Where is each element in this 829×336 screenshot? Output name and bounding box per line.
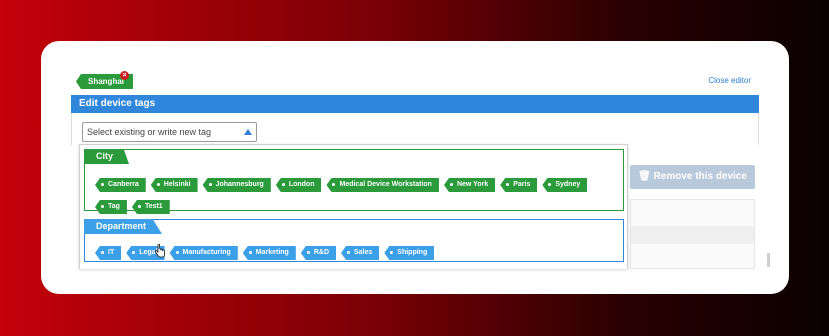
trash-icon: 🗑 [638, 171, 651, 182]
group-title-city: City [84, 149, 130, 164]
tag-option[interactable]: Canberra [95, 178, 146, 192]
editor-header: Edit device tags [71, 95, 759, 113]
tag-option[interactable]: Marketing [242, 246, 296, 260]
background-panel-row [631, 226, 754, 244]
hand-pointer-icon [154, 244, 165, 258]
tag-option[interactable]: Test1 [131, 200, 170, 214]
remove-tag-icon[interactable]: × [120, 71, 129, 80]
department-tags: IT Legal Manufacturing Marketing R&D Sales Shi… [95, 241, 621, 263]
tag-editor-card: Shanghai × Close editor Edit device tags… [41, 41, 789, 294]
group-city: City Canberra Helsinki Johannesburg London M… [84, 149, 624, 214]
tag-option[interactable]: New York [443, 178, 496, 192]
tag-option[interactable]: Johannesburg [202, 178, 271, 192]
tag-option[interactable]: Manufacturing [169, 246, 238, 260]
tag-option[interactable]: London [275, 178, 322, 192]
city-tags: Canberra Helsinki Johannesburg London Medica… [95, 173, 621, 217]
tag-option[interactable]: Sydney [542, 178, 588, 192]
close-editor-link[interactable]: Close editor [708, 76, 751, 85]
tag-option[interactable]: Tag [95, 200, 127, 214]
tag-option[interactable]: Sales [341, 246, 380, 260]
tag-option[interactable]: IT [95, 246, 122, 260]
scrollbar-thumb[interactable] [767, 253, 770, 267]
tag-option[interactable]: Medical Device Workstation [326, 178, 439, 192]
background-panel [630, 199, 755, 269]
remove-device-button[interactable]: 🗑 Remove this device [630, 165, 755, 189]
remove-device-label: Remove this device [653, 171, 747, 182]
tag-select-input[interactable]: Select existing or write new tag [82, 122, 257, 142]
tag-option[interactable]: Helsinki [150, 178, 198, 192]
tag-option[interactable]: Paris [500, 178, 538, 192]
caret-up-icon[interactable] [244, 129, 252, 135]
group-title-department: Department [84, 219, 163, 234]
tag-select-placeholder: Select existing or write new tag [87, 127, 212, 137]
tag-option[interactable]: R&D [300, 246, 336, 260]
tag-option[interactable]: Shipping [384, 246, 435, 260]
